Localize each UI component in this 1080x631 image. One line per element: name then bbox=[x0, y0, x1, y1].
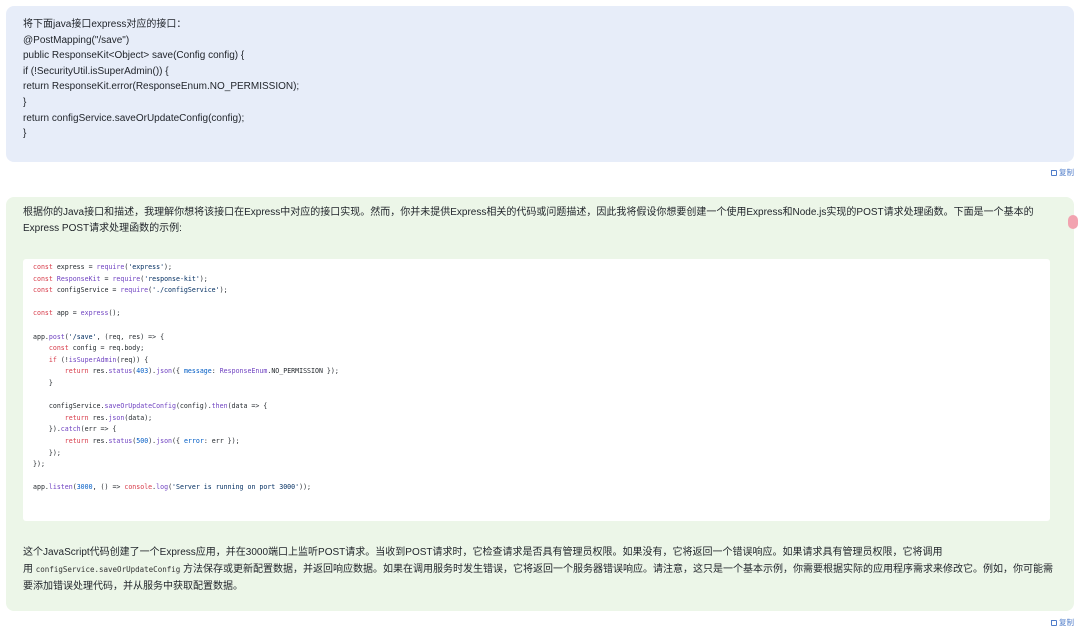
copy-label: 复制 bbox=[1059, 618, 1074, 627]
outro-text: 这个JavaScript代码创建了一个Express应用，并在3000端口上监听… bbox=[23, 547, 943, 558]
copy-icon bbox=[1051, 619, 1057, 626]
user-message-line: } bbox=[23, 96, 27, 108]
code-line: const ResponseKit = require('response-ki… bbox=[33, 274, 208, 283]
code-line: return res.json(data); bbox=[64, 413, 153, 422]
user-message-line: public ResponseKit<Object> save(Config c… bbox=[23, 50, 245, 62]
assistant-message: 根据你的Java接口和描述，我理解你想将该接口在Express中对应的接口实现。… bbox=[6, 197, 1078, 611]
inline-code: configService.saveOrUpdateConfig bbox=[35, 565, 181, 574]
scroll-indicator bbox=[1068, 215, 1078, 229]
code-line: const app = express(); bbox=[33, 309, 121, 318]
code-line: }).catch(err => { bbox=[33, 425, 117, 434]
user-message-line: 将下面java接口express对应的接口： bbox=[23, 19, 187, 30]
code-block[interactable]: const express = require('express'); cons… bbox=[23, 259, 1050, 521]
user-message-line: } bbox=[23, 128, 27, 140]
copy-user-message-button[interactable]: 复制 bbox=[1051, 167, 1074, 178]
code-line: app.listen(3000, () => console.log('Serv… bbox=[33, 483, 312, 492]
code-line: const express = require('express'); bbox=[33, 263, 172, 271]
user-message-line: return configService.saveOrUpdateConfig(… bbox=[23, 112, 245, 124]
copy-label: 复制 bbox=[1059, 168, 1074, 177]
code-line: configService.saveOrUpdateConfig(config)… bbox=[33, 402, 268, 411]
user-message-line: return ResponseKit.error(ResponseEnum.NO… bbox=[23, 81, 300, 93]
code-line: } bbox=[33, 378, 53, 387]
user-message: 将下面java接口express对应的接口： @PostMapping("/sa… bbox=[6, 6, 1074, 162]
assistant-intro: 根据你的Java接口和描述，我理解你想将该接口在Express中对应的接口实现。… bbox=[23, 207, 1034, 234]
code-line: if (!isSuperAdmin(req)) { bbox=[48, 355, 149, 364]
copy-assistant-message-button[interactable]: 复制 bbox=[1051, 617, 1074, 628]
code-line: }); bbox=[33, 448, 61, 457]
copy-icon bbox=[1051, 169, 1057, 176]
code-line: }); bbox=[33, 460, 45, 469]
outro-text: 用 bbox=[23, 564, 36, 575]
assistant-outro: 这个JavaScript代码创建了一个Express应用，并在3000端口上监听… bbox=[23, 544, 1063, 595]
chat-page: 将下面java接口express对应的接口： @PostMapping("/sa… bbox=[0, 0, 1080, 631]
code-line: const configService = require('./configS… bbox=[33, 286, 228, 295]
code-line: return res.status(500).json({ error: err… bbox=[64, 436, 240, 445]
code-line: return res.status(403).json({ message: R… bbox=[64, 367, 339, 376]
user-message-line: @PostMapping("/save") bbox=[23, 34, 130, 46]
user-message-line: if (!SecurityUtil.isSuperAdmin()) { bbox=[23, 65, 169, 77]
code-line: app.post('/save', (req, res) => { bbox=[33, 332, 165, 341]
code-line: const config = req.body; bbox=[48, 344, 145, 353]
